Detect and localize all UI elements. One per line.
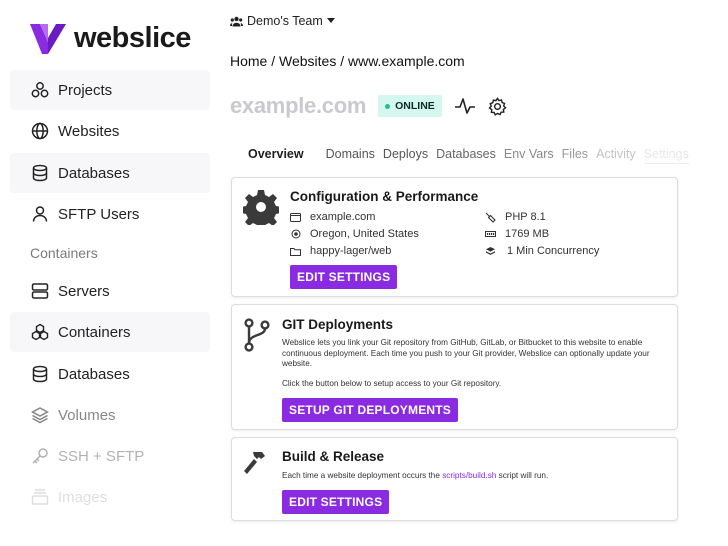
config-region: Oregon, United States [290, 228, 419, 240]
team-name: Demo's Team [247, 14, 323, 28]
team-switcher[interactable]: Demo's Team [230, 14, 335, 28]
build-description: Each time a website deployment occurs th… [282, 471, 549, 480]
sidebar-item-ssh-sftp[interactable]: SSH + SFTP [10, 436, 210, 476]
sidebar-item-label: Projects [58, 81, 113, 99]
configuration-card: Configuration & Performance example.com … [231, 177, 678, 297]
sidebar-item-label: SFTP Users [58, 205, 140, 223]
git-hint: Click the button below to setup access t… [282, 379, 502, 388]
tab-files[interactable]: Files [562, 147, 588, 164]
sidebar-item-label: Images [58, 488, 108, 506]
sidebar-item-label: Databases [58, 164, 130, 182]
sidebar-item-projects[interactable]: Projects [10, 70, 210, 110]
git-deployments-card: GIT Deployments Webslice lets you link y… [231, 304, 678, 430]
tab-bar: Overview Domains Deploys Databases Env V… [248, 147, 689, 164]
tab-deploys[interactable]: Deploys [383, 147, 428, 164]
build-release-card: Build & Release Each time a website depl… [231, 437, 678, 521]
sidebar-item-servers[interactable]: Servers [10, 271, 210, 311]
images-icon [30, 487, 50, 507]
sidebar-item-label: Websites [58, 122, 120, 140]
activity-pulse-icon[interactable] [454, 97, 476, 115]
sidebar-section-heading: Containers [30, 245, 98, 261]
config-domain: example.com [290, 211, 375, 223]
edit-settings-button[interactable]: EDIT SETTINGS [290, 265, 398, 289]
config-memory: 1769 MB [485, 228, 549, 240]
server-icon [30, 281, 50, 301]
status-dot [385, 103, 391, 109]
configuration-title: Configuration & Performance [290, 189, 479, 204]
containers-icon [30, 322, 50, 342]
brand-logo[interactable]: webslice [30, 22, 191, 55]
globe-icon [30, 121, 50, 141]
key-icon [30, 446, 50, 466]
config-concurrency: 1 Min Concurrency [485, 245, 599, 257]
memory-chip-icon [485, 229, 496, 240]
sidebar-item-databases[interactable]: Databases [10, 153, 210, 193]
sidebar-item-label: Servers [58, 282, 110, 300]
gear-icon[interactable] [488, 96, 507, 116]
git-description: Webslice lets you link your Git reposito… [282, 338, 650, 368]
webslice-logo-icon [30, 23, 66, 54]
sidebar-item-websites[interactable]: Websites [10, 111, 210, 151]
sidebar-item-label: Databases [58, 365, 130, 383]
sidebar-item-containers[interactable]: Containers [10, 312, 210, 352]
stack-icon [485, 246, 496, 257]
breadcrumb: Home / Websites / www.example.com [230, 53, 465, 69]
config-php: PHP 8.1 [485, 211, 546, 223]
layers-icon [30, 405, 50, 425]
tab-databases[interactable]: Databases [436, 147, 496, 164]
sidebar-item-images[interactable]: Images [10, 477, 210, 517]
projects-icon [30, 80, 50, 100]
sidebar-item-label: Containers [58, 323, 131, 341]
gear-icon [243, 190, 279, 225]
tab-overview[interactable]: Overview [248, 147, 304, 164]
status-badge: ONLINE [378, 95, 442, 117]
folder-icon [290, 246, 301, 257]
git-title: GIT Deployments [282, 317, 394, 332]
sidebar-item-label: Volumes [58, 406, 116, 424]
build-edit-settings-button[interactable]: EDIT SETTINGS [282, 490, 390, 514]
page-title: example.com [230, 93, 367, 118]
status-label: ONLINE [395, 100, 435, 112]
setup-git-deployments-button[interactable]: SETUP GIT DEPLOYMENTS [282, 398, 458, 422]
tab-domains[interactable]: Domains [326, 147, 375, 164]
caret-down-icon [326, 18, 335, 23]
build-script-link[interactable]: scripts/build.sh [442, 471, 496, 480]
git-branch-icon [244, 318, 270, 352]
sidebar-item-label: SSH + SFTP [58, 447, 145, 465]
user-icon [30, 204, 50, 224]
brand-name: webslice [74, 22, 191, 54]
browser-window-icon [290, 212, 301, 223]
tab-env-vars[interactable]: Env Vars [504, 147, 554, 164]
tab-activity[interactable]: Activity [596, 147, 636, 164]
sidebar-item-volumes[interactable]: Volumes [10, 395, 210, 435]
team-icon [230, 16, 243, 26]
sidebar-item-container-databases[interactable]: Databases [10, 354, 210, 394]
database-icon [30, 163, 50, 183]
wrench-icon [485, 212, 496, 223]
site-header: example.com ONLINE [230, 93, 507, 119]
sidebar: webslice Projects Websites Databases SFT… [0, 0, 212, 546]
sidebar-item-sftp-users[interactable]: SFTP Users [10, 194, 210, 234]
build-title: Build & Release [282, 449, 385, 464]
location-pin-icon [290, 229, 301, 240]
tab-settings[interactable]: Settings [643, 147, 689, 164]
hammer-icon [244, 452, 265, 474]
config-path: happy-lager/web [290, 245, 391, 257]
database-icon [30, 364, 50, 384]
